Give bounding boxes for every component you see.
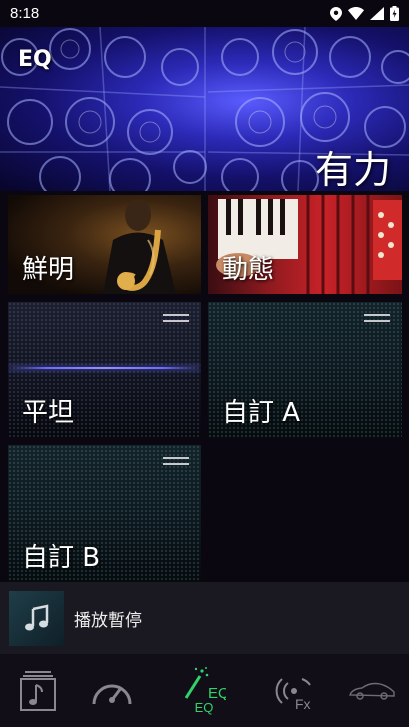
wifi-icon — [348, 7, 364, 20]
fx-surround-icon: Fx — [275, 677, 311, 711]
eq-wand-icon: EQ — [184, 667, 226, 700]
music-note-icon — [24, 604, 48, 631]
current-mode-label: 有力 — [314, 148, 391, 191]
drag-handle-icon[interactable] — [364, 314, 390, 323]
car-icon — [349, 682, 395, 700]
bottom-nav: EQ EQ Fx — [0, 654, 409, 727]
status-time: 8:18 — [10, 5, 40, 22]
nav-music-library[interactable] — [10, 654, 66, 727]
preset-tile-vivid[interactable]: 鮮明 — [8, 195, 201, 294]
nav-fx[interactable]: Fx — [268, 654, 324, 727]
tile-label: 鮮明 — [22, 255, 75, 285]
eq-title: EQ — [18, 47, 52, 72]
signal-icon — [370, 7, 384, 20]
speedometer-icon — [92, 684, 132, 704]
nav-car[interactable] — [344, 654, 400, 727]
preset-tile-custom-a[interactable]: 自訂 A — [208, 302, 402, 437]
hero-banner: EQ 有力 — [0, 27, 409, 191]
drag-handle-icon[interactable] — [163, 314, 189, 323]
tile-label: 自訂 B — [22, 543, 101, 573]
music-library-icon — [20, 670, 56, 711]
status-bar: 8:18 — [0, 0, 409, 27]
mini-player[interactable]: 播放暫停 — [0, 582, 409, 654]
player-title: 播放暫停 — [74, 610, 142, 631]
tile-label: 自訂 A — [222, 398, 301, 428]
drag-handle-icon[interactable] — [163, 457, 189, 466]
location-icon — [330, 6, 342, 21]
preset-tile-flat[interactable]: 平坦 — [8, 302, 201, 437]
nav-speedometer[interactable] — [84, 654, 140, 727]
eq-line — [8, 367, 201, 369]
battery-charging-icon — [390, 6, 399, 21]
preset-tile-dynamic[interactable]: 動態 — [208, 195, 402, 294]
status-icons — [330, 6, 399, 21]
tile-label: 動態 — [222, 255, 275, 285]
nav-eq-label: EQ — [194, 700, 214, 715]
preset-tile-custom-b[interactable]: 自訂 B — [8, 445, 201, 582]
svg-text:Fx: Fx — [295, 696, 311, 711]
album-art — [9, 590, 64, 646]
svg-text:EQ: EQ — [208, 685, 226, 700]
tile-label: 平坦 — [22, 398, 75, 428]
nav-eq[interactable]: EQ EQ — [175, 654, 233, 727]
